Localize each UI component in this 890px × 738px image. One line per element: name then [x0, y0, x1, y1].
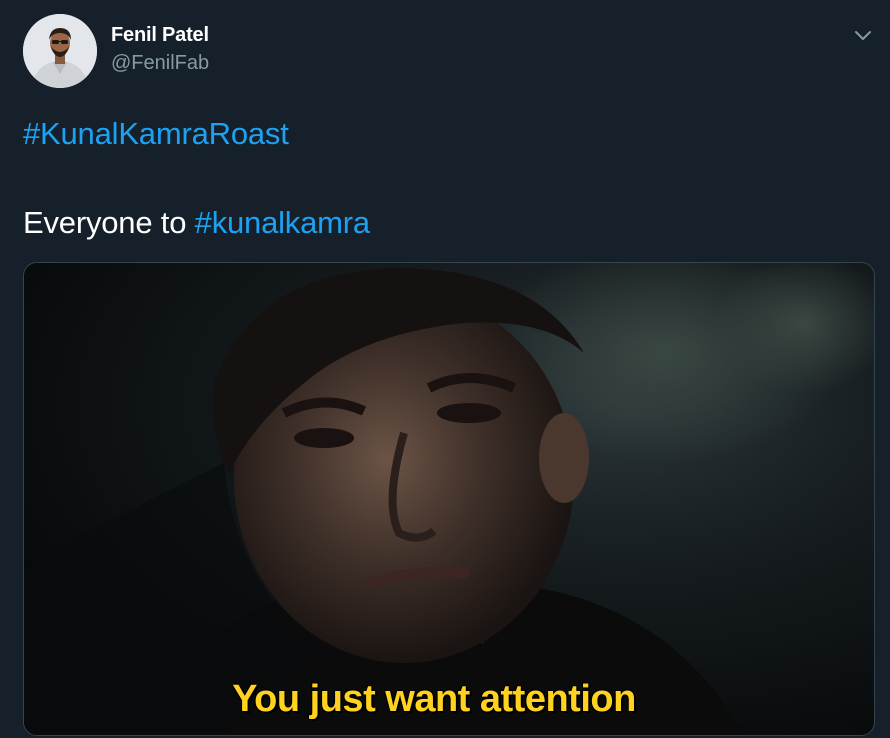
hashtag-link-kunalkamra[interactable]: #kunalkamra — [195, 205, 370, 240]
media-gif[interactable]: You just want attention — [23, 262, 875, 736]
hashtag-link-kunalkamraroast[interactable]: #KunalKamraRoast — [23, 116, 289, 151]
tweet-text: Everyone to — [23, 205, 195, 240]
chevron-down-icon[interactable] — [852, 24, 874, 46]
avatar-image — [23, 14, 97, 88]
author-info: Fenil Patel @FenilFab — [111, 22, 209, 76]
avatar[interactable] — [23, 14, 97, 88]
media-still-image — [24, 263, 874, 735]
tweet-card: Fenil Patel @FenilFab #KunalKamraRoast E… — [0, 0, 890, 738]
display-name[interactable]: Fenil Patel — [111, 22, 209, 48]
user-handle[interactable]: @FenilFab — [111, 50, 209, 76]
tweet-text-line-1: #KunalKamraRoast — [23, 116, 289, 152]
tweet-text-line-2: Everyone to #kunalkamra — [23, 205, 370, 241]
gif-subtitle: You just want attention — [232, 678, 636, 720]
